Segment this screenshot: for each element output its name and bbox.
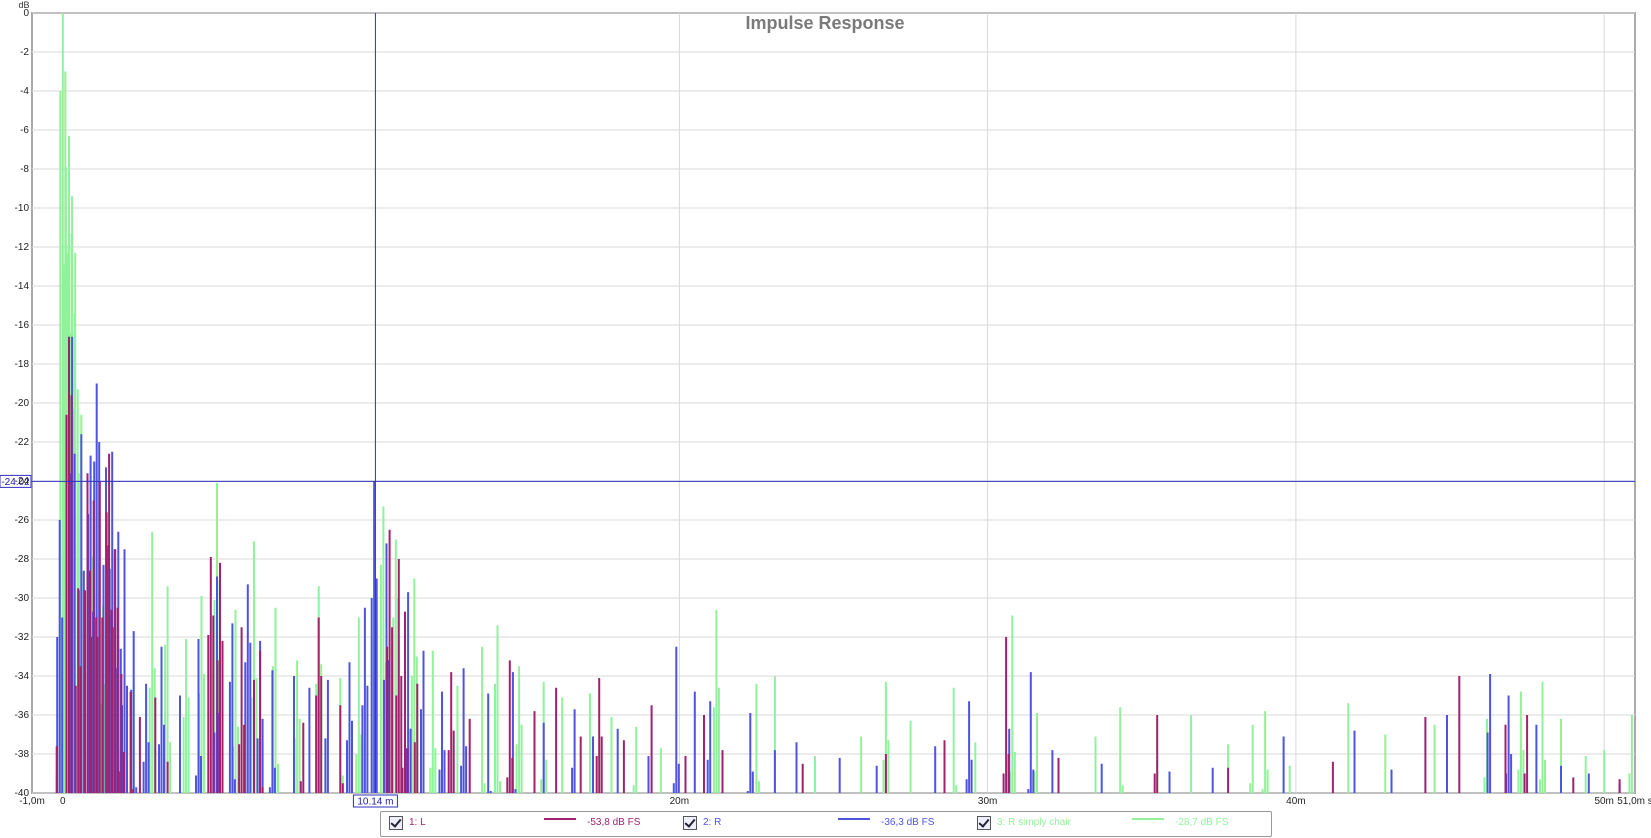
x-tick-label: 0 — [60, 796, 66, 807]
x-tick-label: 50m — [1594, 796, 1613, 807]
x-tick-label: 30m — [978, 796, 997, 807]
y-tick-label: -34 — [15, 671, 30, 682]
y-tick-label: -38 — [15, 749, 30, 760]
legend-value: -53,8 dB FS — [587, 817, 641, 828]
cursor-x-readout: 10.14 m — [357, 797, 393, 808]
series-1-checkbox[interactable] — [389, 816, 403, 830]
y-tick-label: -26 — [15, 515, 30, 526]
legend-value: -28,7 dB FS — [1175, 817, 1229, 828]
y-tick-label: -36 — [15, 710, 30, 721]
x-tick-label: 20m — [670, 796, 689, 807]
y-tick-label: -24 — [15, 476, 30, 487]
y-tick-label: -14 — [15, 281, 30, 292]
y-tick-label: -10 — [15, 203, 30, 214]
y-tick-label: -32 — [15, 632, 30, 643]
y-tick-label: -8 — [20, 164, 29, 175]
y-tick-label: -2 — [20, 47, 29, 58]
y-tick-label: -22 — [15, 437, 30, 448]
x-tick-label: 40m — [1286, 796, 1305, 807]
chart-title: Impulse Response — [745, 13, 904, 33]
legend-swatch — [1132, 818, 1164, 820]
legend: 1: L -53,8 dB FS 2: R -36,3 dB FS 3: R s… — [380, 811, 1272, 837]
legend-label: 1: L — [409, 817, 426, 828]
x-tick-label: -1,0m — [19, 796, 45, 807]
y-axis-unit: dB — [18, 0, 29, 10]
y-tick-label: -16 — [15, 320, 30, 331]
legend-value: -36,3 dB FS — [881, 817, 935, 828]
series-3-checkbox[interactable] — [977, 816, 991, 830]
y-tick-label: -12 — [15, 242, 30, 253]
x-tick-label: 51,0m s — [1617, 796, 1651, 807]
legend-swatch — [838, 818, 870, 820]
y-tick-label: -4 — [20, 86, 29, 97]
series-2-checkbox[interactable] — [683, 816, 697, 830]
y-tick-label: -28 — [15, 554, 30, 565]
y-tick-label: -20 — [15, 398, 30, 409]
y-tick-label: -6 — [20, 125, 29, 136]
legend-label: 2: R — [703, 817, 722, 828]
y-tick-label: -30 — [15, 593, 30, 604]
y-tick-label: -18 — [15, 359, 30, 370]
legend-swatch — [544, 818, 576, 820]
legend-label: 3: R simply chair — [997, 817, 1071, 828]
impulse-response-chart: 10.14 m-24.02 0-2-4-6-8-10-12-14-16-18-2… — [0, 0, 1651, 808]
